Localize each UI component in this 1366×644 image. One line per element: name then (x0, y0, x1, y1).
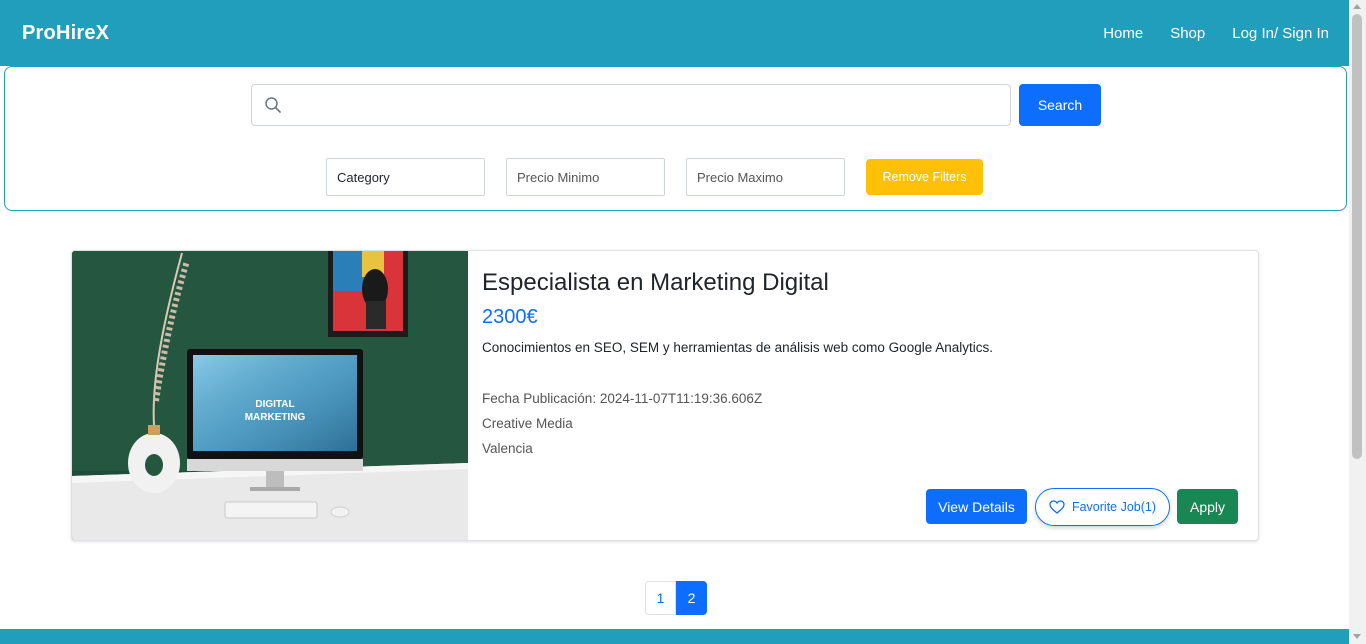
job-publication-date: Fecha Publicación: 2024-11-07T11:19:36.6… (482, 391, 763, 406)
job-body: Especialista en Marketing Digital 2300€ … (482, 251, 1258, 540)
nav-link-login[interactable]: Log In/ Sign In (1232, 25, 1329, 42)
apply-button[interactable]: Apply (1177, 489, 1238, 524)
nav-link-shop[interactable]: Shop (1170, 25, 1205, 42)
scrollbar[interactable] (1349, 0, 1366, 644)
job-city: Valencia (482, 441, 533, 456)
nav-link-home[interactable]: Home (1103, 25, 1143, 42)
favorite-job-button[interactable]: Favorite Job(1) (1035, 488, 1170, 526)
job-card: DIGITAL MARKETING Especialista en Market… (71, 250, 1259, 541)
job-company: Creative Media (482, 416, 573, 431)
remove-filters-button[interactable]: Remove Filters (866, 159, 983, 195)
job-salary: 2300€ (482, 306, 538, 328)
heart-icon (1049, 500, 1065, 514)
navbar: ProHireX Home Shop Log In/ Sign In (0, 0, 1349, 66)
page-link-1[interactable]: 1 (645, 581, 676, 615)
search-button[interactable]: Search (1019, 84, 1101, 126)
image-text-digital: DIGITAL (255, 399, 294, 410)
pagination: 1 2 (645, 581, 707, 615)
min-price-input[interactable]: Precio Minimo (506, 158, 665, 196)
search-input[interactable] (292, 85, 1002, 125)
favorite-job-label: Favorite Job(1) (1071, 500, 1157, 514)
job-description: Conocimientos en SEO, SEM y herramientas… (482, 340, 993, 355)
category-select[interactable]: Category (326, 158, 485, 196)
view-details-button[interactable]: View Details (926, 489, 1027, 524)
scroll-thumb[interactable] (1352, 14, 1362, 459)
search-panel: Search Category Precio Minimo Precio Max… (4, 66, 1347, 211)
search-icon (265, 97, 281, 113)
image-text-marketing: MARKETING (245, 412, 306, 423)
page-link-2[interactable]: 2 (676, 581, 707, 615)
brand-logo[interactable]: ProHireX (22, 22, 109, 45)
page: ProHireX Home Shop Log In/ Sign In Searc… (0, 0, 1349, 644)
footer (0, 629, 1349, 644)
search-box[interactable] (251, 84, 1011, 126)
max-price-input[interactable]: Precio Maximo (686, 158, 845, 196)
nav-links: Home Shop Log In/ Sign In (1103, 25, 1329, 42)
scroll-up-icon[interactable] (1353, 4, 1361, 9)
job-title: Especialista en Marketing Digital (482, 269, 829, 296)
scroll-down-icon[interactable] (1353, 634, 1361, 639)
job-image: DIGITAL MARKETING (72, 251, 468, 540)
